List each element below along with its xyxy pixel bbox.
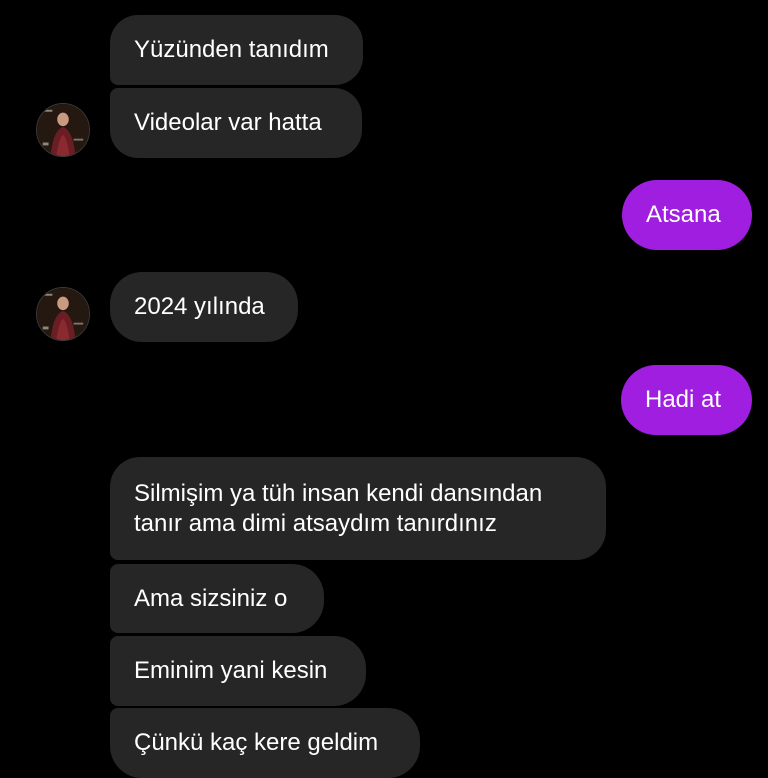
contact-avatar-icon (37, 104, 89, 156)
message-bubble-outgoing[interactable]: Hadi at (621, 365, 752, 435)
message-bubble-incoming[interactable]: Silmişim ya tüh insan kendi dansından ta… (110, 457, 606, 560)
message-text: Silmişim ya tüh insan kendi dansından ta… (134, 479, 543, 537)
message-bubble-outgoing[interactable]: Atsana (622, 180, 752, 250)
contact-avatar-icon (37, 288, 89, 340)
message-text: Atsana (646, 201, 721, 228)
message-text: Yüzünden tanıdım (134, 36, 329, 63)
message-bubble-incoming[interactable]: Yüzünden tanıdım (110, 15, 363, 85)
message-bubble-incoming[interactable]: 2024 yılında (110, 272, 298, 342)
message-text: Ama sizsiniz o (134, 584, 288, 612)
contact-avatar[interactable] (36, 103, 90, 157)
message-text: Eminim yani kesin (134, 657, 328, 684)
message-text: Videolar var hatta (134, 109, 322, 136)
message-bubble-incoming[interactable]: Ama sizsiniz o (110, 564, 324, 633)
message-text: Hadi at (645, 386, 722, 413)
message-text: Çünkü kaç kere geldim (134, 729, 379, 756)
message-text: 2024 yılında (134, 293, 265, 320)
message-thread[interactable]: Yüzünden tanıdım Videolar var hatta Atsa… (0, 0, 768, 778)
contact-avatar[interactable] (36, 287, 90, 341)
message-bubble-incoming[interactable]: Eminim yani kesin (110, 636, 366, 706)
message-bubble-incoming[interactable]: Videolar var hatta (110, 88, 362, 158)
